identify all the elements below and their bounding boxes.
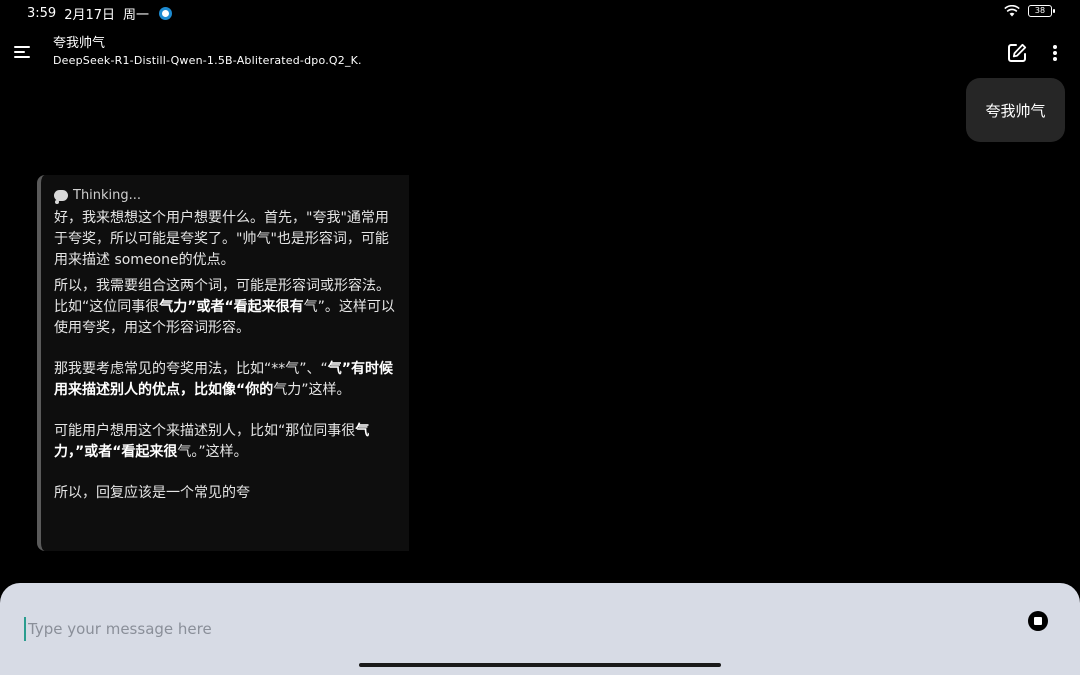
thought-bubble-icon <box>54 189 68 204</box>
app-header: 夸我帅气 DeepSeek-R1-Distill-Qwen-1.5B-Ablit… <box>0 30 1080 74</box>
home-indicator[interactable] <box>359 663 721 667</box>
stop-generation-button[interactable] <box>1028 611 1048 631</box>
thinking-label: Thinking... <box>73 187 142 203</box>
status-time: 3:59 <box>27 6 57 21</box>
battery-icon: 38 <box>1028 5 1055 17</box>
stop-icon <box>1034 617 1042 625</box>
more-options-icon[interactable] <box>1050 43 1060 63</box>
message-input-bar <box>0 583 1080 675</box>
model-name[interactable]: DeepSeek-R1-Distill-Qwen-1.5B-Abliterate… <box>53 53 362 69</box>
thinking-block: Thinking... 好，我来想想这个用户想要什么。首先，"夸我"通常用于夸奖… <box>37 175 409 551</box>
thinking-paragraph-2: 所以，我需要组合这两个词，可能是形容词或形容法。比如“这位同事很气力”或者“看起… <box>54 276 397 339</box>
status-left: 3:59 2月17日 周一 <box>27 4 180 23</box>
title-block: 夸我帅气 DeepSeek-R1-Distill-Qwen-1.5B-Ablit… <box>53 36 362 69</box>
menu-icon[interactable] <box>14 46 30 58</box>
p3-text-a: 那我要考虑常见的夸奖用法，比如“**气”、“ <box>54 361 328 377</box>
message-input[interactable] <box>24 617 924 641</box>
browser-notification-icon <box>159 7 173 20</box>
thinking-paragraph-1: 好，我来想想这个用户想要什么。首先，"夸我"通常用于夸奖，所以可能是夸奖了。"帅… <box>54 210 389 268</box>
status-date: 2月17日 <box>64 8 116 23</box>
p3-text-c: 气力”这样。 <box>273 382 351 398</box>
chat-screen: 3:59 2月17日 周一 38 夸我帅气 DeepSeek-R1-Distil… <box>0 0 1080 675</box>
wifi-icon <box>1004 5 1020 17</box>
p4-text-c: 气。”这样。 <box>177 444 248 460</box>
status-bar: 3:59 2月17日 周一 38 <box>0 0 1080 26</box>
chat-title: 夸我帅气 <box>53 36 106 51</box>
status-right: 38 <box>1004 5 1055 17</box>
new-chat-icon[interactable] <box>1006 42 1028 64</box>
status-weekday: 周一 <box>123 8 150 23</box>
thinking-header[interactable]: Thinking... <box>54 185 397 205</box>
p4-text-a: 可能用户想用这个来描述别人，比如“那位同事很 <box>54 423 356 439</box>
p2-text-b: 气力”或者“看起来很有 <box>159 299 304 315</box>
thinking-paragraph-4: 可能用户想用这个来描述别人，比如“那位同事很气力，”或者“看起来很气。”这样。 <box>54 421 397 463</box>
user-message-bubble: 夸我帅气 <box>966 78 1065 142</box>
thinking-paragraph-3: 那我要考虑常见的夸奖用法，比如“**气”、“气”有时候用来描述别人的优点，比如像… <box>54 359 397 401</box>
thinking-paragraph-5: 所以，回复应该是一个常见的夸 <box>54 485 250 501</box>
